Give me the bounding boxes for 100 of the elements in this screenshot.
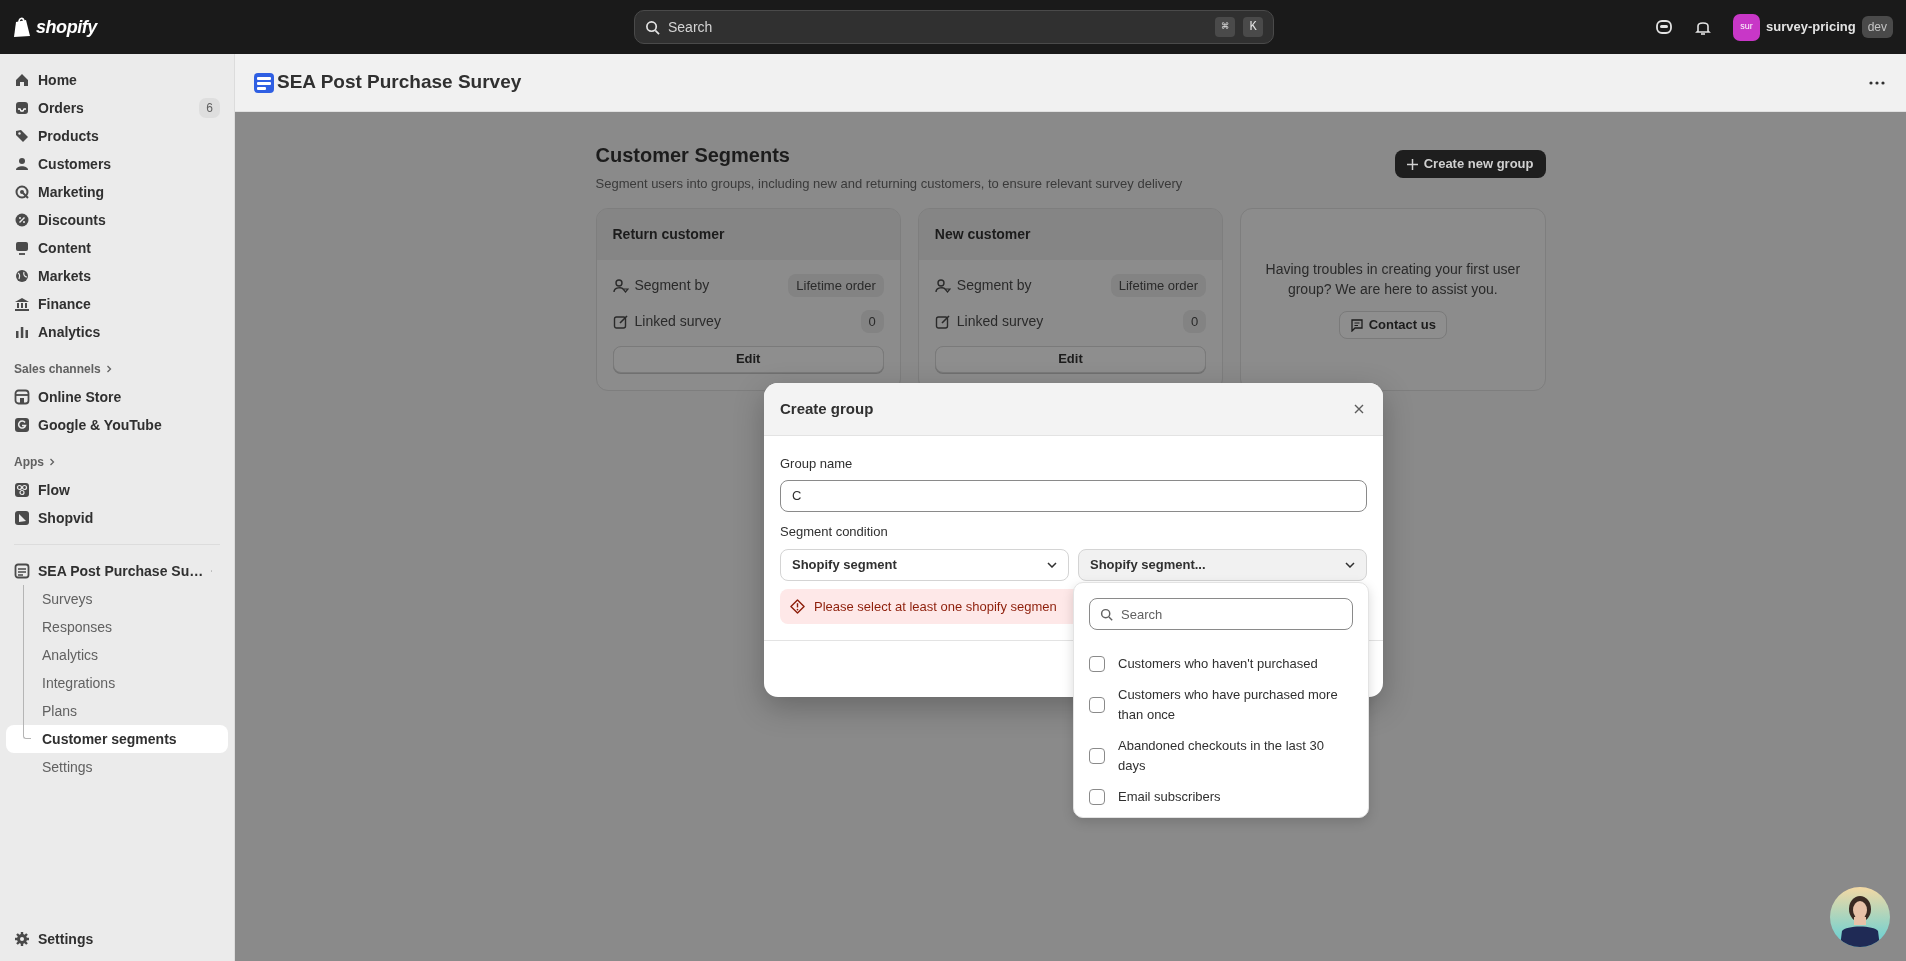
nav-item[interactable]: Customers [6, 150, 228, 178]
home-icon [14, 72, 30, 88]
field-label: Group name [780, 455, 854, 473]
page-subtitle: Segment users into groups, including new and returning customers, to ensure relevant survey delivery [595, 175, 1184, 193]
search-placeholder: Search [668, 17, 714, 37]
chevron-down-icon [1047, 562, 1057, 568]
monitor-icon [14, 240, 30, 256]
group-name-field[interactable]: C [780, 479, 1367, 512]
target-icon [14, 184, 30, 200]
bag-logo-icon [13, 16, 32, 38]
value-tag: Lifetime order [788, 273, 884, 298]
app-icon [254, 72, 274, 93]
tag-icon [14, 128, 30, 144]
nav-item[interactable]: Finance [6, 290, 228, 318]
nav-subitem[interactable]: Customer segments [6, 725, 228, 753]
row-label: Segment by [956, 276, 1033, 295]
checkbox-option[interactable]: Customers who have purchased more than once [1089, 685, 1353, 725]
bank-icon [14, 296, 30, 312]
store-avatar[interactable]: sur [1733, 13, 1761, 41]
checkbox-option[interactable]: Customers who haven't purchased [1089, 654, 1353, 674]
search-field[interactable]: Search [1089, 598, 1353, 630]
person-icon [14, 156, 30, 172]
value-tag: Lifetime order [1110, 273, 1207, 298]
nav-item[interactable]: SEA Post Purchase Su… [6, 557, 228, 585]
edit-button[interactable]: Edit [612, 345, 884, 373]
section-heading[interactable]: Apps [6, 448, 228, 476]
chevron-down-icon [1345, 562, 1355, 568]
search-field[interactable]: Search ⌘ K [634, 10, 1274, 44]
edit-icon [934, 313, 951, 330]
nav-item[interactable]: Google & YouTube [6, 411, 228, 439]
edit-button[interactable]: Edit [934, 345, 1207, 373]
close-icon[interactable] [1354, 404, 1364, 414]
nav-subitem[interactable]: Analytics [6, 641, 228, 669]
nav-item[interactable]: Settings [6, 925, 228, 953]
bar-chart-icon [14, 324, 30, 340]
shortcut-key: K [1243, 17, 1263, 37]
option-label: Email subscribers [1118, 788, 1221, 806]
row-label: Linked survey [634, 312, 722, 331]
nav-subitem[interactable]: Settings [6, 753, 228, 781]
person-filter-icon [934, 277, 951, 294]
nav-item[interactable]: Marketing [6, 178, 228, 206]
nav-item[interactable]: Markets [6, 262, 228, 290]
google-icon [14, 417, 30, 433]
checkbox[interactable] [1089, 656, 1105, 672]
checkbox-option[interactable]: Abandoned checkouts in the last 30 days [1089, 736, 1353, 776]
option-label: Customers who haven't purchased [1118, 655, 1318, 673]
more-icon[interactable] [1869, 80, 1885, 85]
edit-icon [612, 313, 629, 330]
nav-item[interactable]: Online Store [6, 383, 228, 411]
inbox-icon [14, 100, 30, 116]
storefront-icon [14, 389, 30, 405]
discount-icon [14, 212, 30, 228]
help-text: Having troubles in creating your first user group? We are here to assist you. [1264, 260, 1522, 299]
plus-icon [1406, 158, 1418, 170]
assistant-icon[interactable] [1655, 18, 1674, 36]
chevron-icon [104, 365, 113, 373]
nav-subitem[interactable]: Surveys [6, 585, 228, 613]
store-name[interactable]: survey-pricing [1766, 17, 1856, 37]
option-label: Customers who have purchased more than once [1118, 686, 1339, 724]
checkbox[interactable] [1089, 697, 1105, 713]
search-icon [1100, 608, 1113, 621]
chat-icon [1349, 318, 1364, 332]
nav-subitem[interactable]: Integrations [6, 669, 228, 697]
nav-item[interactable]: Content [6, 234, 228, 262]
brand-logo[interactable]: shopify [36, 13, 97, 41]
nav-item[interactable]: Home [6, 66, 228, 94]
section-heading[interactable]: Sales channels [6, 355, 228, 383]
app-title: SEA Post Purchase Survey [277, 70, 522, 95]
nav-item[interactable]: Shopvid [6, 504, 228, 532]
card-title: New customer [934, 224, 1031, 244]
shortcut-key: ⌘ [1215, 17, 1235, 37]
select-field[interactable]: Shopify segment [780, 549, 1069, 581]
warning-icon [790, 599, 805, 614]
nav-subitem[interactable]: Plans [6, 697, 228, 725]
globe-icon [14, 268, 30, 284]
nav-item[interactable]: Flow [6, 476, 228, 504]
checkbox-option[interactable]: Email subscribers [1089, 787, 1353, 807]
store-badge: dev [1861, 16, 1893, 38]
create-group-button[interactable]: Create new group [1394, 150, 1546, 178]
person-filter-icon [612, 277, 629, 294]
nav-subitem[interactable]: Responses [6, 613, 228, 641]
field-label: Segment condition [780, 522, 889, 541]
nav-item[interactable]: Discounts [6, 206, 228, 234]
checkbox[interactable] [1089, 748, 1105, 764]
nav-item[interactable]: Orders 6 [6, 94, 228, 122]
count-badge: 6 [199, 98, 220, 118]
nav-item[interactable]: Products [6, 122, 228, 150]
checkbox[interactable] [1089, 789, 1105, 805]
app-icon [14, 563, 30, 579]
value-tag: 0 [860, 309, 884, 334]
search-icon [645, 19, 660, 35]
nodes-icon [14, 482, 30, 498]
dialog-title: Create group [780, 398, 874, 419]
row-label: Linked survey [956, 312, 1045, 331]
option-label: Abandoned checkouts in the last 30 days [1118, 737, 1325, 775]
contact-button[interactable]: Contact us [1338, 311, 1447, 339]
select-field[interactable]: Shopify segment... [1078, 549, 1367, 581]
card-title: Return customer [612, 224, 725, 244]
row-label: Segment by [634, 276, 711, 295]
nav-item[interactable]: Analytics [6, 318, 228, 346]
